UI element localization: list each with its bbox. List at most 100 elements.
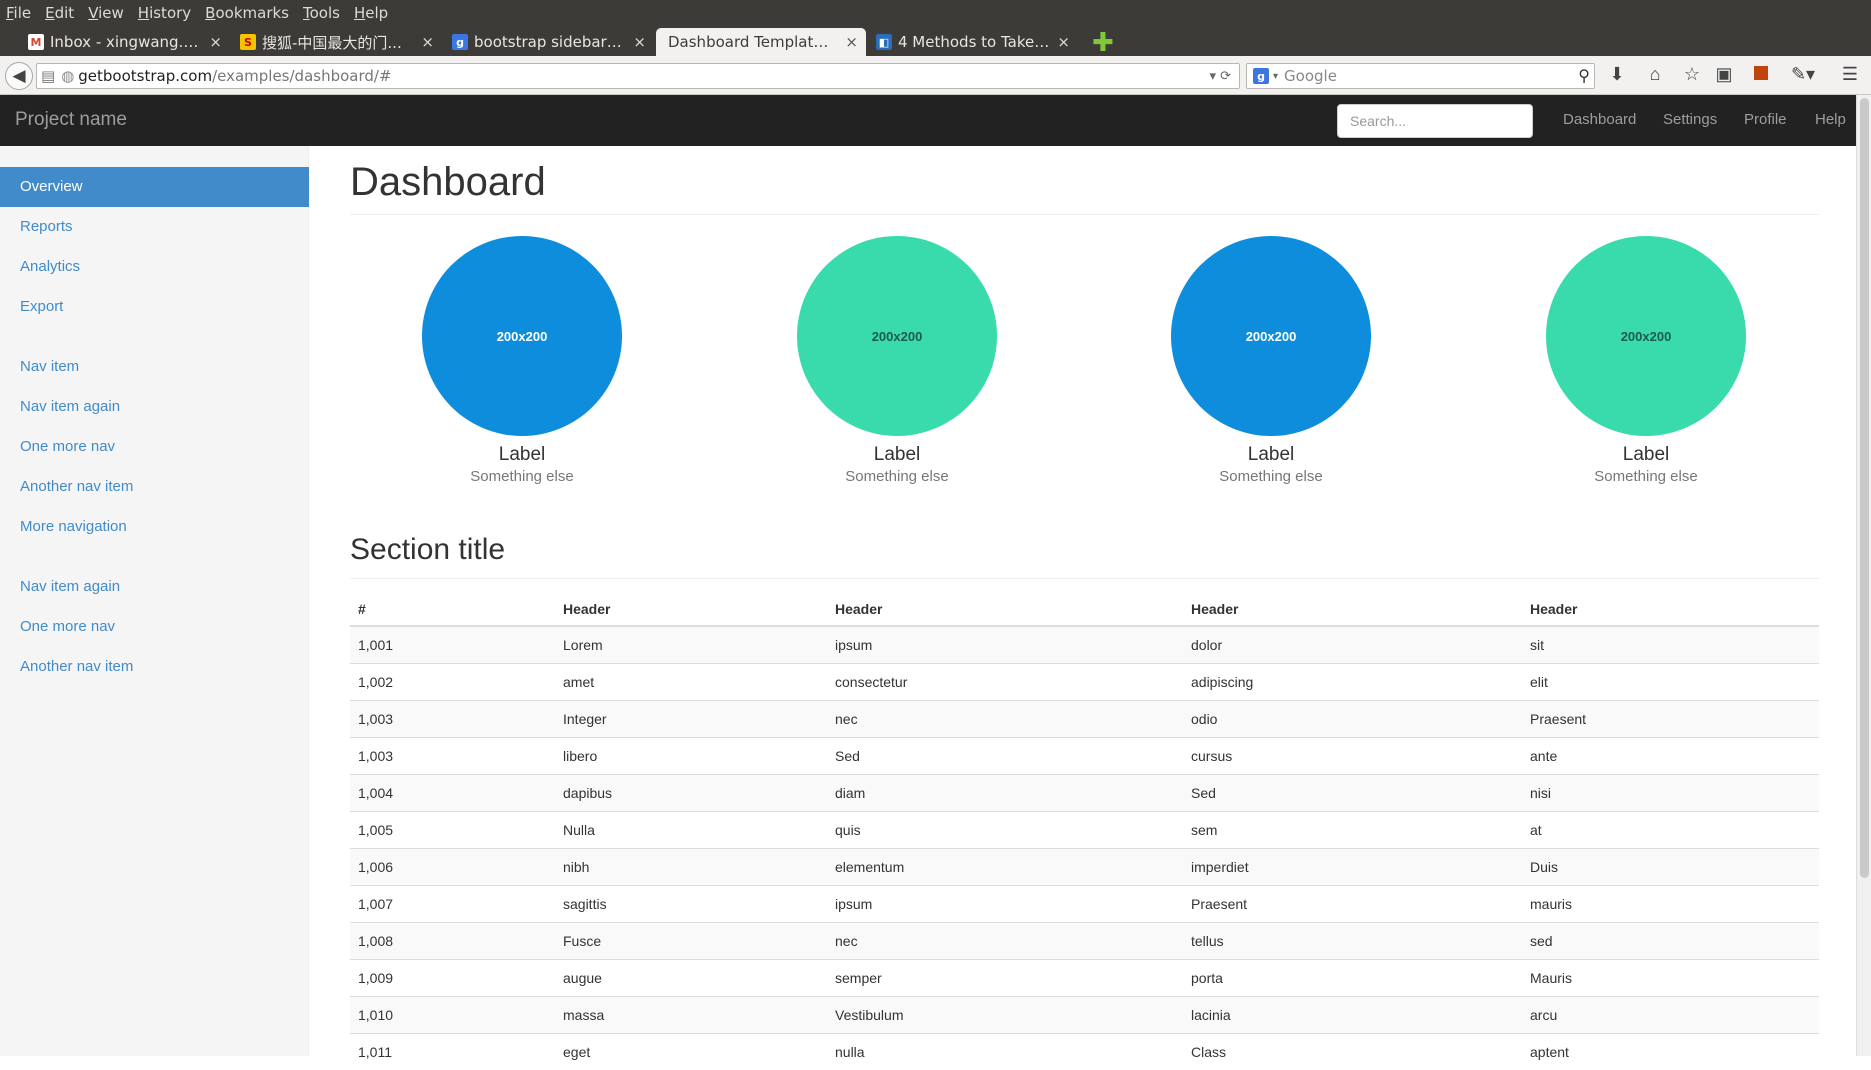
table-cell: elit [1522,662,1819,700]
table-row: 1,002 amet consectetur adipiscing elit [350,662,1819,700]
section-divider [350,578,1819,579]
placeholder-label: Label [498,444,546,465]
close-icon[interactable]: × [845,33,858,51]
placeholder-label: Label [1622,444,1670,465]
browser-menubar: File Edit View History Bookmarks Tools H… [0,0,1871,26]
sidebar-item-one-more-nav-2[interactable]: One more nav [0,607,309,647]
nav-link-dashboard[interactable]: Dashboard [1563,111,1636,128]
table-cell: 1,004 [350,773,555,811]
sidebar-item-another-nav-item[interactable]: Another nav item [0,467,309,507]
menu-bookmarks[interactable]: Bookmarks [205,4,289,22]
top-navbar: Project name Dashboard Settings Profile … [0,95,1856,146]
sidebar-item-reports[interactable]: Reports [0,207,309,247]
table-cell: nisi [1522,773,1819,811]
table-cell: sed [1522,921,1819,959]
tab-4-methods[interactable]: ◧ 4 Methods to Take S... × [868,28,1078,56]
page-scrollbar[interactable] [1856,95,1871,1056]
sidebar-item-another-nav-item-2[interactable]: Another nav item [0,647,309,687]
web-search-bar[interactable]: g ▾ Google ⚲ [1246,63,1595,89]
tab-bootstrap-sidebar[interactable]: g bootstrap sidebar n... × [444,28,654,56]
title-divider [350,214,1819,215]
menu-history[interactable]: History [138,4,191,22]
menu-edit[interactable]: Edit [45,4,74,22]
menu-help[interactable]: Help [354,4,388,22]
menu-view[interactable]: View [88,4,124,22]
tab-sohu[interactable]: S 搜狐-中国最大的门... × [232,28,442,56]
table-cell: 1,007 [350,884,555,922]
table-header: # [350,592,555,627]
table-row: 1,001 Lorem ipsum dolor sit [350,625,1819,663]
engine-dropdown-icon[interactable]: ▾ [1273,71,1278,82]
close-icon[interactable]: × [421,33,434,51]
sidebar: Overview Reports Analytics Export Nav it… [0,146,309,1056]
sidebar-item-one-more-nav[interactable]: One more nav [0,427,309,467]
table-cell: at [1522,810,1819,848]
sidebar-item-overview[interactable]: Overview [0,167,309,207]
table-cell: tellus [1183,921,1522,959]
back-arrow-icon[interactable]: ◀ [5,62,33,90]
reload-icon[interactable]: ▾ ⟳ [1209,69,1231,84]
table-cell: 1,005 [350,810,555,848]
placeholder-card: 200x200 Label Something else [797,236,997,485]
table-cell: 1,009 [350,958,555,996]
hamburger-menu-icon[interactable]: ☰ [1839,64,1861,85]
table-cell: dapibus [555,773,827,811]
close-icon[interactable]: × [209,33,222,51]
placeholder-label: Label [1247,444,1295,465]
nav-link-settings[interactable]: Settings [1663,111,1717,128]
table-cell: 1,003 [350,699,555,737]
placeholder-subtext: Something else [1219,468,1323,485]
placeholder-image[interactable]: 200x200 [797,236,997,436]
site-icon: ◧ [876,34,892,50]
placeholder-subtext: Something else [1594,468,1698,485]
table-cell: nibh [555,847,827,885]
close-icon[interactable]: × [633,33,646,51]
menu-file[interactable]: File [6,4,31,22]
table-cell: ipsum [827,884,1183,922]
url-path: /examples/dashboard/# [212,67,392,85]
search-icon[interactable]: ⚲ [1578,66,1590,85]
tab-title: 4 Methods to Take S... [898,33,1050,51]
table-row: 1,006 nibh elementum imperdiet Duis [350,847,1819,885]
new-tab-plus-icon[interactable]: ✚ [1092,30,1114,56]
table-cell: Fusce [555,921,827,959]
table-cell: nec [827,699,1183,737]
google-engine-icon[interactable]: g [1253,68,1269,84]
table-cell: sagittis [555,884,827,922]
tab-inbox[interactable]: M Inbox - xingwang.nz... × [20,28,230,56]
sidebar-item-export[interactable]: Export [0,287,309,327]
table-row: 1,003 Integer nec odio Praesent [350,699,1819,737]
tab-dashboard-template[interactable]: Dashboard Template f... × [656,28,866,56]
scrollbar-thumb[interactable] [1860,98,1869,878]
download-icon[interactable]: ⬇ [1606,64,1628,85]
placeholder-image[interactable]: 200x200 [1171,236,1371,436]
menu-tools[interactable]: Tools [303,4,340,22]
sidebar-item-nav-item-again-2[interactable]: Nav item again [0,567,309,607]
bookmark-star-icon[interactable]: ☆ [1681,64,1703,85]
table-row: 1,004 dapibus diam Sed nisi [350,773,1819,811]
nav-link-profile[interactable]: Profile [1744,111,1787,128]
url-bar[interactable]: ▤ ◍ getbootstrap.com/examples/dashboard/… [36,63,1240,89]
sidebar-item-nav-item-again[interactable]: Nav item again [0,387,309,427]
sidebar-item-analytics[interactable]: Analytics [0,247,309,287]
extension-icon[interactable]: ✎▾ [1786,64,1820,85]
nav-link-help[interactable]: Help [1815,111,1846,128]
placeholder-image[interactable]: 200x200 [1546,236,1746,436]
table-row: 1,008 Fusce nec tellus sed [350,921,1819,959]
table-cell: Vestibulum [827,995,1183,1033]
tab-title: Inbox - xingwang.nz... [50,33,202,51]
placeholder-image[interactable]: 200x200 [422,236,622,436]
reader-icon[interactable]: ▣ [1713,64,1735,85]
addon-icon[interactable] [1750,64,1772,85]
table-row: 1,005 Nulla quis sem at [350,810,1819,848]
sidebar-item-more-navigation[interactable]: More navigation [0,507,309,547]
table-cell: ante [1522,736,1819,774]
close-icon[interactable]: × [1057,33,1070,51]
home-icon[interactable]: ⌂ [1644,64,1666,85]
sidebar-item-nav-item[interactable]: Nav item [0,347,309,387]
placeholder-card: 200x200 Label Something else [1546,236,1746,485]
project-brand[interactable]: Project name [15,109,127,131]
search-input[interactable] [1337,104,1533,138]
table-cell: Praesent [1183,884,1522,922]
tab-title: 搜狐-中国最大的门... [262,33,402,52]
